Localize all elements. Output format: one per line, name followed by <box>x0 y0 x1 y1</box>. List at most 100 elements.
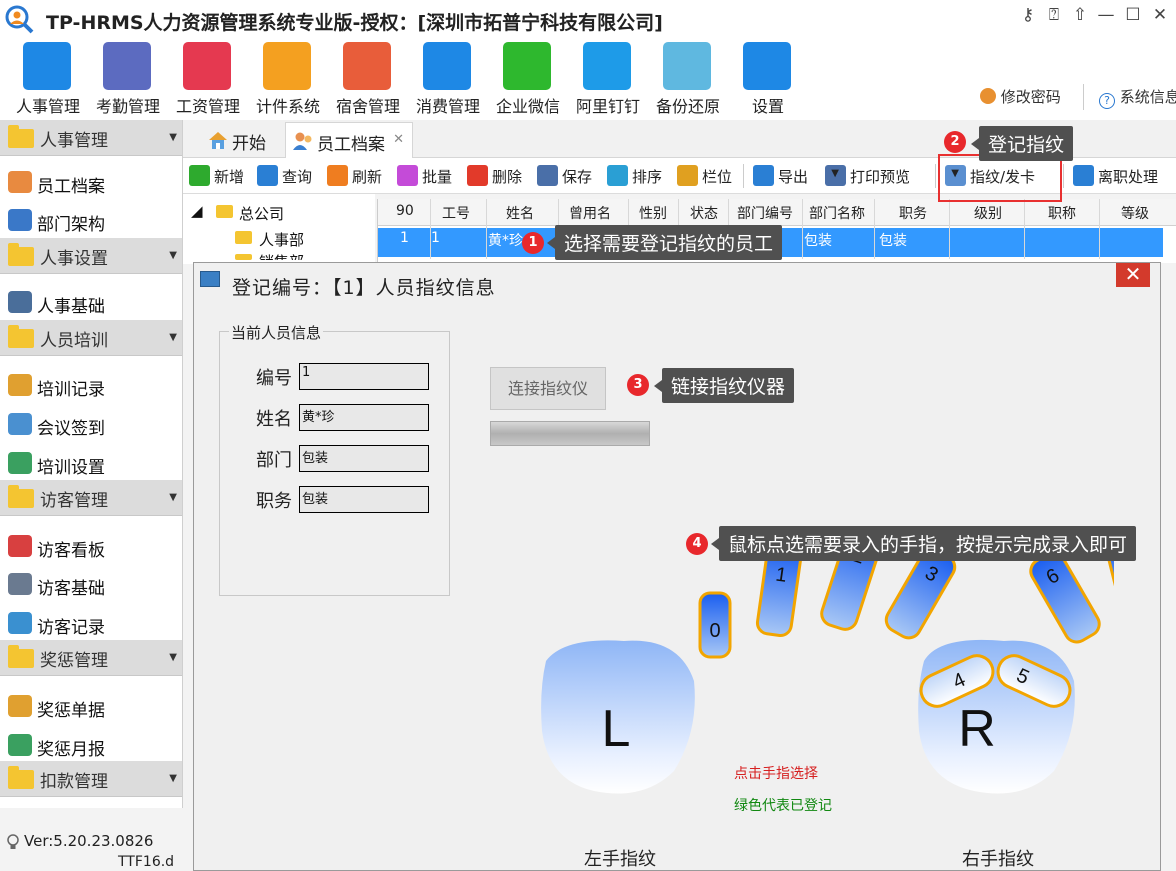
toolbar-button-label: 打印预览 <box>850 168 911 186</box>
tab-employee-files[interactable]: 员工档案 ✕ <box>285 122 413 158</box>
tab-home[interactable]: 开始 <box>201 122 289 158</box>
sidebar-group[interactable]: 访客管理 ▼ <box>0 480 182 516</box>
column-header[interactable]: 状态 <box>690 203 718 223</box>
sidebar-item[interactable]: 访客基础 <box>0 564 182 602</box>
module-4[interactable]: 宿舍管理 <box>328 40 408 118</box>
sidebar-item[interactable]: 访客记录 <box>0 603 182 641</box>
left-hand-caption: 左手指纹 <box>584 849 656 870</box>
module-0[interactable]: 人事管理 <box>8 40 88 118</box>
module-label: 宿舍管理 <box>335 97 400 116</box>
report-icon <box>8 734 32 756</box>
module-5[interactable]: 消费管理 <box>408 40 488 118</box>
column-divider <box>430 199 431 259</box>
module-6[interactable]: 企业微信 <box>488 40 568 118</box>
folder-icon <box>8 766 34 789</box>
close-button[interactable]: ✕ <box>1148 4 1172 26</box>
skin-icon[interactable]: ⇧ <box>1068 4 1092 26</box>
hands-diagram: L R 0 1 2 3 4 5 6 <box>541 541 1114 794</box>
sidebar-item[interactable]: 会议签到 <box>0 404 182 442</box>
step-callout-4: 鼠标点选需要录入的手指，按提示完成录入即可 <box>710 526 1137 561</box>
finger-0[interactable]: 0 <box>698 591 732 659</box>
column-header[interactable]: 90 <box>396 203 414 219</box>
home-icon <box>209 132 227 149</box>
column-header[interactable]: 姓名 <box>506 203 534 223</box>
employee-icon <box>8 171 32 193</box>
toolbar-separator <box>743 164 744 188</box>
folder-icon <box>235 254 252 260</box>
module-9[interactable]: 设置 <box>728 40 808 118</box>
module-label: 备份还原 <box>655 97 720 116</box>
sidebar-group[interactable]: 奖惩管理 ▼ <box>0 640 182 676</box>
sort-icon <box>607 165 628 186</box>
module-7[interactable]: 阿里钉钉 <box>568 40 648 118</box>
column-header[interactable]: 等级 <box>1121 203 1149 223</box>
module-toolbar: 人事管理 考勤管理 工资管理 计件系统 宿舍管理 消费管理 企业微信 阿里钉钉 备份还原 设置 <box>0 40 1176 120</box>
tree-node-dept[interactable]: 销售部 <box>259 251 304 260</box>
app-title: TP-HRMS人力资源管理系统专业版-授权：[深圳市拓普宁科技有限公司] <box>46 12 663 34</box>
divider <box>1083 84 1084 110</box>
sidebar-group[interactable]: 人事管理 ▼ <box>0 120 182 156</box>
tree-expand-icon[interactable]: ◢ <box>191 202 203 220</box>
module-1[interactable]: 考勤管理 <box>88 40 168 118</box>
field-label-name: 姓名 <box>256 409 292 430</box>
delete-icon <box>467 165 488 186</box>
refresh-icon <box>327 165 348 186</box>
sidebar-item[interactable]: 奖惩单据 <box>0 686 182 724</box>
sidebar-group[interactable]: 人员培训 ▼ <box>0 320 182 356</box>
sidebar-item-label: 奖惩月报 <box>37 740 105 760</box>
column-divider <box>1099 199 1100 259</box>
sidebar-item[interactable]: 培训设置 <box>0 443 182 481</box>
sidebar-group[interactable]: 人事设置 ▼ <box>0 238 182 274</box>
column-header[interactable]: 部门编号 <box>737 203 793 223</box>
green-registered-hint: 绿色代表已登记 <box>734 798 832 814</box>
finger-6[interactable]: 6 <box>1026 549 1103 647</box>
module-2[interactable]: 工资管理 <box>168 40 248 118</box>
sidebar-item-label: 培训设置 <box>37 458 105 478</box>
cell-emp-no: 1 <box>431 230 440 246</box>
step-callout-1: 选择需要登记指纹的员工 <box>546 225 783 260</box>
column-divider <box>1024 199 1025 259</box>
module-8[interactable]: 备份还原 <box>648 40 728 118</box>
module-label: 计件系统 <box>255 97 320 116</box>
dialog-close-button[interactable]: ✕ <box>1116 263 1150 287</box>
column-header[interactable]: 工号 <box>442 203 470 223</box>
connect-reader-button[interactable]: 连接指纹仪 <box>490 367 606 410</box>
minimize-button[interactable]: — <box>1094 4 1118 26</box>
money-bag-icon <box>263 42 311 90</box>
sidebar-item[interactable]: 访客看板 <box>0 526 182 564</box>
step-badge-3: 3 <box>627 374 649 396</box>
sidebar-item[interactable]: 部门架构 <box>0 200 182 238</box>
tree-node-dept[interactable]: 人事部 <box>259 229 304 250</box>
sidebar-item[interactable]: 奖惩月报 <box>0 725 182 763</box>
column-header[interactable]: 部门名称 <box>809 203 865 223</box>
cloud-icon <box>663 42 711 90</box>
toolbar-button-label: 批量 <box>422 168 453 186</box>
column-header[interactable]: 曾用名 <box>569 203 611 223</box>
change-password-link[interactable]: 修改密码 <box>980 86 1061 107</box>
fingerprint-dialog: 登记编号：【1】人员指纹信息 ✕ 当前人员信息 编号 1 姓名 黄*珍 部门 包… <box>193 262 1161 871</box>
maximize-button[interactable]: ☐ <box>1121 4 1145 26</box>
toolbar-button-label: 导出 <box>778 168 809 186</box>
tree-node-root[interactable]: 总公司 <box>239 203 284 224</box>
sidebar-group-label: 人事设置 <box>40 249 108 269</box>
sidebar-item[interactable]: 员工档案 <box>0 162 182 200</box>
tab-close-icon[interactable]: ✕ <box>393 132 404 147</box>
help-icon[interactable]: ⍰ <box>1042 4 1066 26</box>
system-info-link[interactable]: ? 系统信息 <box>1099 86 1176 109</box>
column-header[interactable]: 性别 <box>639 203 667 223</box>
key-icon[interactable]: ⚷ <box>1016 4 1040 26</box>
sidebar-item-label: 会议签到 <box>37 419 105 439</box>
module-label: 设置 <box>751 97 784 116</box>
sidebar-item[interactable]: 培训记录 <box>0 365 182 403</box>
folder-icon <box>8 325 34 348</box>
column-header[interactable]: 级别 <box>974 203 1002 223</box>
cell-dept-name: 包装 <box>804 233 832 249</box>
column-header[interactable]: 职称 <box>1048 203 1076 223</box>
sidebar-group[interactable]: 扣款管理 ▼ <box>0 761 182 797</box>
module-3[interactable]: 计件系统 <box>248 40 328 118</box>
title-bar: TP-HRMS人力资源管理系统专业版-授权：[深圳市拓普宁科技有限公司] ⚷ ⍰… <box>0 0 1176 40</box>
sidebar-item[interactable]: 人事基础 <box>0 282 182 320</box>
toolbar-button-label: 保存 <box>562 168 593 186</box>
column-header[interactable]: 职务 <box>899 203 927 223</box>
field-id-value: 1 <box>299 363 429 390</box>
